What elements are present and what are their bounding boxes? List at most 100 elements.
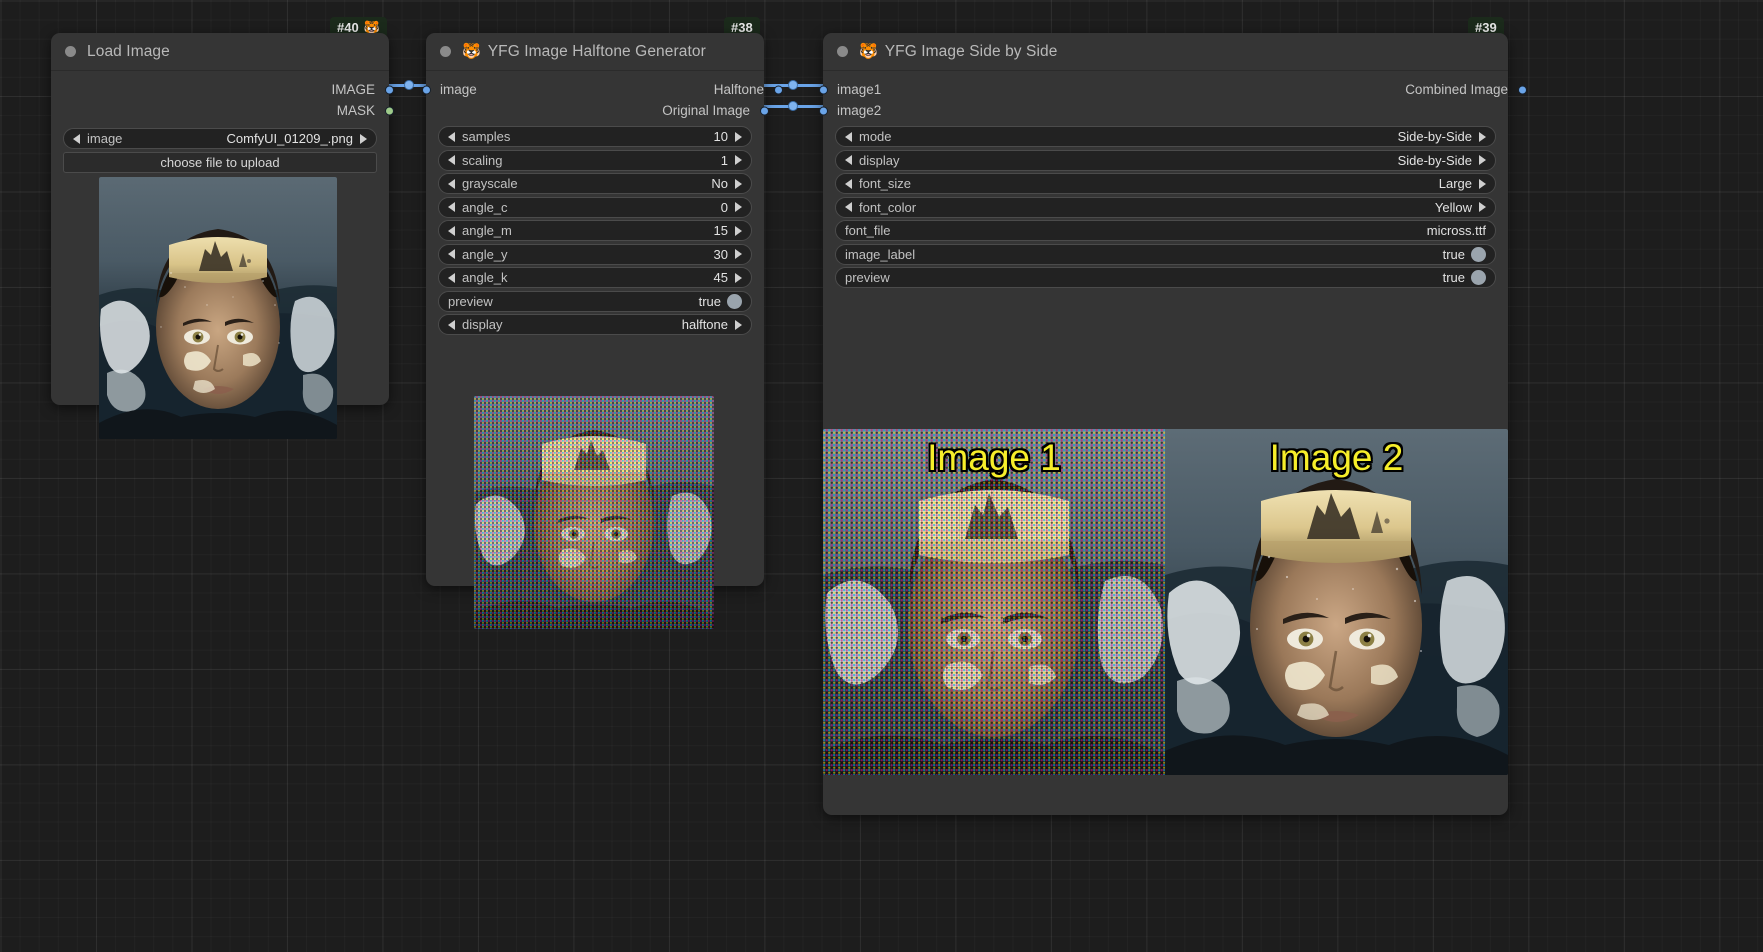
toggle-switch-icon[interactable]: [1471, 246, 1486, 262]
chevron-right-icon[interactable]: [735, 319, 742, 330]
node-body: image1 Combined Image image2 mode Side-b…: [818, 79, 1527, 775]
slot-dot-combined-out[interactable]: [1517, 85, 1527, 94]
collapse-toggle-icon[interactable]: [440, 46, 451, 57]
output-slot-image[interactable]: IMAGE: [51, 79, 394, 100]
node-title-bar[interactable]: Load Image: [51, 33, 389, 71]
input-slot-image2[interactable]: image2: [818, 100, 1508, 121]
chevron-left-icon[interactable]: [448, 131, 455, 142]
node-load-image[interactable]: Load Image IMAGE MASK image ComfyUI_0120…: [51, 33, 394, 439]
widget-font-file[interactable]: font_file micross.ttf: [835, 220, 1496, 241]
chevron-left-icon[interactable]: [448, 178, 455, 189]
output-slot-label: IMAGE: [331, 82, 375, 97]
widget-display[interactable]: display halftone: [438, 314, 752, 335]
chevron-right-icon[interactable]: [735, 131, 742, 142]
widget-grayscale[interactable]: grayscale No: [438, 173, 752, 194]
input-slot-image1[interactable]: image1 Combined Image: [818, 79, 1527, 100]
chevron-left-icon[interactable]: [73, 133, 80, 144]
widget-angle-m[interactable]: angle_m 15: [438, 220, 752, 241]
image2-caption: Image 2: [1269, 437, 1404, 478]
toggle-switch-icon[interactable]: [727, 293, 742, 309]
widget-angle-k[interactable]: angle_k 45: [438, 267, 752, 288]
collapse-toggle-icon[interactable]: [837, 46, 848, 57]
node-title-bar[interactable]: 🐯 YFG Image Side by Side: [823, 33, 1508, 71]
widget-label: font_size: [859, 176, 912, 191]
chevron-left-icon[interactable]: [448, 155, 455, 165]
chevron-right-icon[interactable]: [1479, 131, 1486, 142]
node-yfg-image-side-by-side[interactable]: 🐯 YFG Image Side by Side image1 Combined…: [818, 33, 1527, 815]
input-slot-label: image: [440, 82, 477, 97]
chevron-left-icon[interactable]: [845, 202, 852, 212]
widget-value: 1: [720, 152, 728, 168]
chevron-left-icon[interactable]: [448, 202, 455, 212]
node-title-bar[interactable]: 🐯 YFG Image Halftone Generator: [426, 33, 764, 71]
node-title-text: Load Image: [87, 42, 170, 60]
chevron-right-icon[interactable]: [360, 133, 367, 144]
output-slot-label: MASK: [336, 103, 375, 118]
chevron-right-icon[interactable]: [1479, 155, 1486, 165]
chevron-left-icon[interactable]: [448, 225, 455, 236]
link-midpoint-dot[interactable]: [788, 101, 798, 111]
slot-dot-mask-out[interactable]: [384, 106, 394, 115]
chevron-left-icon[interactable]: [845, 178, 852, 189]
widget-label: angle_m: [462, 223, 512, 238]
chevron-left-icon[interactable]: [448, 319, 455, 330]
widget-value: 10: [713, 129, 728, 144]
widget-value: Side-by-Side: [1397, 152, 1472, 168]
collapse-toggle-icon[interactable]: [65, 46, 76, 57]
input-slot-image[interactable]: image Halftone: [421, 79, 783, 100]
widget-value: No: [711, 176, 728, 191]
halftone-preview: [474, 396, 714, 629]
chevron-left-icon[interactable]: [448, 272, 455, 283]
slot-dot-image-in[interactable]: [421, 85, 431, 94]
widget-mode[interactable]: mode Side-by-Side: [835, 126, 1496, 147]
widget-label: image_label: [845, 246, 916, 262]
slot-dot-image2-in[interactable]: [818, 106, 828, 115]
combined-right-half: Image 2: [1165, 429, 1508, 775]
link-midpoint-dot[interactable]: [788, 80, 798, 90]
widget-label: preview: [448, 293, 493, 309]
widget-image-combo[interactable]: image ComfyUI_01209_.png: [63, 128, 377, 149]
tiger-icon: 🐯: [462, 43, 481, 60]
output-slot-mask[interactable]: MASK: [51, 100, 394, 121]
widget-label: display: [859, 152, 900, 168]
chevron-left-icon[interactable]: [845, 155, 852, 165]
node-graph-canvas[interactable]: #40 🐯 Load Image IMAGE MASK image ComfyU…: [0, 0, 1763, 952]
chevron-right-icon[interactable]: [1479, 178, 1486, 189]
widget-value: 15: [713, 223, 728, 238]
link-midpoint-dot[interactable]: [404, 80, 414, 90]
node-yfg-image-halftone-generator[interactable]: 🐯 YFG Image Halftone Generator image Hal…: [421, 33, 783, 629]
choose-file-to-upload-button[interactable]: choose file to upload: [63, 151, 377, 173]
chevron-right-icon[interactable]: [735, 202, 742, 212]
chevron-right-icon[interactable]: [735, 272, 742, 283]
slot-dot-original-out[interactable]: [759, 106, 769, 115]
widget-value: halftone: [681, 317, 728, 332]
widget-font-color[interactable]: font_color Yellow: [835, 196, 1496, 218]
widget-preview-toggle[interactable]: preview true: [835, 267, 1496, 288]
widget-samples[interactable]: samples 10: [438, 126, 752, 147]
widget-scaling[interactable]: scaling 1: [438, 149, 752, 171]
chevron-right-icon[interactable]: [1479, 202, 1486, 212]
widget-font-size[interactable]: font_size Large: [835, 173, 1496, 194]
toggle-switch-icon[interactable]: [1471, 270, 1486, 285]
widget-angle-c[interactable]: angle_c 0: [438, 196, 752, 218]
combined-left-image: [823, 429, 1165, 775]
widget-preview-toggle[interactable]: preview true: [438, 290, 752, 312]
widget-angle-y[interactable]: angle_y 30: [438, 243, 752, 265]
widget-image-label-toggle[interactable]: image_label true: [835, 243, 1496, 265]
widget-label: font_file: [845, 223, 891, 238]
slot-dot-halftone-out[interactable]: [773, 85, 783, 94]
widget-display[interactable]: display Side-by-Side: [835, 149, 1496, 171]
chevron-left-icon[interactable]: [448, 249, 455, 259]
widget-label: samples: [462, 129, 511, 144]
chevron-right-icon[interactable]: [735, 225, 742, 236]
output-slot-original-image[interactable]: Original Image: [426, 100, 769, 121]
widget-value: 45: [713, 270, 728, 285]
slot-dot-image1-in[interactable]: [818, 85, 828, 94]
chevron-left-icon[interactable]: [845, 131, 852, 142]
slot-dot-image-out[interactable]: [384, 85, 394, 94]
output-slot-label: Original Image: [662, 103, 750, 118]
widget-value: 0: [720, 199, 728, 215]
chevron-right-icon[interactable]: [735, 155, 742, 165]
chevron-right-icon[interactable]: [735, 249, 742, 259]
chevron-right-icon[interactable]: [735, 178, 742, 189]
